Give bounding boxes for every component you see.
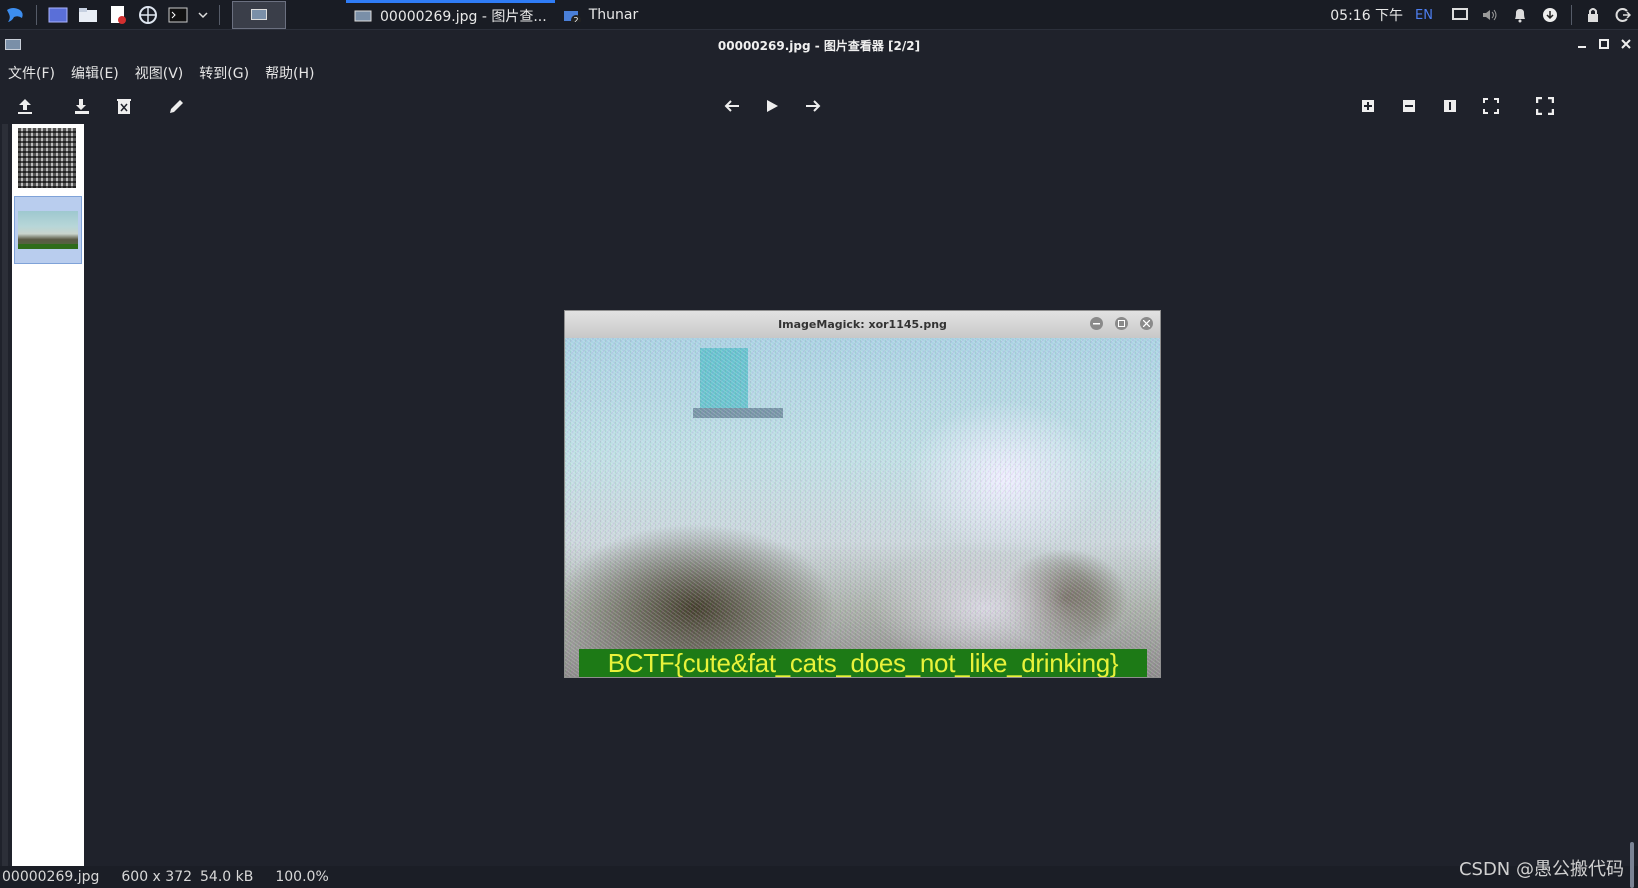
chevron-down-icon[interactable] — [197, 4, 209, 26]
imagemagick-titlebar: ImageMagick: xor1145.png — [565, 311, 1160, 338]
separator — [1571, 5, 1572, 25]
status-size: 54.0 kB — [200, 869, 254, 885]
lock-icon[interactable] — [1584, 6, 1602, 24]
task-thunar[interactable]: 2 Thunar — [555, 0, 647, 30]
im-close-button[interactable] — [1140, 317, 1153, 330]
delete-button[interactable] — [112, 94, 136, 118]
kali-menu-icon[interactable] — [4, 4, 26, 26]
fullscreen-icon — [1536, 97, 1554, 115]
window-title: 00000269.jpg - 图片查看器 [2/2] — [717, 39, 921, 53]
qr-noise-image — [18, 128, 76, 188]
slideshow-button[interactable] — [760, 94, 784, 118]
maximize-button[interactable] — [1596, 36, 1612, 52]
zoom-original-icon — [1444, 100, 1456, 112]
logout-icon[interactable] — [1614, 6, 1632, 24]
window-titlebar: 00000269.jpg - 图片查看器 [2/2] — [0, 30, 1638, 58]
task-image-viewer[interactable]: 00000269.jpg - 图片查... — [346, 0, 555, 30]
save-button[interactable] — [70, 94, 94, 118]
zoom-out-icon — [1403, 100, 1415, 112]
zoom-in-button[interactable] — [1356, 94, 1380, 118]
menu-edit[interactable]: 编辑(E) — [71, 63, 119, 83]
text-editor-icon[interactable] — [107, 4, 129, 26]
task-badge: 2 — [573, 16, 578, 22]
browser-icon[interactable] — [137, 4, 159, 26]
image-viewer-icon — [354, 10, 372, 22]
cat-image-thumbnail — [18, 211, 78, 249]
system-tray: 05:16 下午 EN — [1330, 0, 1638, 30]
folder-icon: 2 — [563, 10, 581, 22]
save-icon — [75, 99, 89, 114]
clock[interactable]: 05:16 下午 — [1330, 5, 1403, 25]
im-maximize-button[interactable] — [1115, 317, 1128, 330]
file-manager-icon[interactable] — [77, 4, 99, 26]
close-button[interactable] — [1618, 36, 1634, 52]
taskbar: 00000269.jpg - 图片查... 2 Thunar 05:16 下午 … — [0, 0, 1638, 30]
arrow-left-icon — [724, 100, 739, 112]
menu-help[interactable]: 帮助(H) — [265, 63, 314, 83]
menu-file[interactable]: 文件(F) — [8, 63, 55, 83]
pencil-icon — [170, 100, 183, 113]
workspace-thumbnail[interactable] — [232, 0, 286, 29]
open-button[interactable] — [13, 94, 37, 118]
thumbnail-strip — [12, 124, 84, 866]
watermark: CSDN @愚公搬代码 — [1458, 859, 1624, 880]
separator — [219, 4, 220, 25]
trash-icon — [117, 99, 131, 114]
zoom-in-icon — [1362, 100, 1374, 112]
volume-icon[interactable] — [1481, 6, 1499, 24]
status-zoom: 100.0% — [275, 869, 329, 885]
task-label: 00000269.jpg - 图片查... — [380, 9, 547, 25]
imagemagick-title: ImageMagick: xor1145.png — [778, 318, 947, 331]
zoom-out-button[interactable] — [1397, 94, 1421, 118]
menu-view[interactable]: 视图(V) — [135, 63, 184, 83]
task-label: Thunar — [588, 6, 639, 23]
thumbnail-1[interactable] — [18, 128, 76, 188]
status-bar: 00000269.jpg 600 x 372 54.0 kB 100.0% — [0, 866, 1638, 888]
minimize-button[interactable] — [1574, 36, 1590, 52]
terminal-icon[interactable] — [167, 4, 189, 26]
edit-button[interactable] — [165, 94, 189, 118]
fit-icon — [1483, 98, 1499, 114]
separator — [36, 4, 37, 25]
fullscreen-button[interactable] — [1533, 94, 1557, 118]
flag-banner: BCTF{cute&fat_cats_does_not_like_drinkin… — [579, 647, 1147, 678]
previous-button[interactable] — [720, 94, 744, 118]
status-dimensions: 600 x 372 — [121, 869, 193, 885]
status-filename: 00000269.jpg — [2, 869, 100, 885]
launcher-area — [0, 0, 286, 30]
play-icon — [767, 100, 778, 112]
im-minimize-button[interactable] — [1090, 317, 1103, 330]
imagemagick-window: ImageMagick: xor1145.png BCTF{cute&fat_c… — [564, 310, 1161, 678]
menu-bar: 文件(F) 编辑(E) 视图(V) 转到(G) 帮助(H) — [0, 60, 331, 86]
upload-icon — [18, 99, 32, 114]
flag-text: BCTF{cute&fat_cats_does_not_like_drinkin… — [607, 647, 1119, 678]
menu-go[interactable]: 转到(G) — [199, 63, 249, 83]
thumbnail-scrollbar[interactable] — [2, 124, 8, 866]
thumbnail-2-selected[interactable] — [14, 196, 82, 264]
zoom-100-button[interactable] — [1438, 94, 1462, 118]
next-button[interactable] — [801, 94, 825, 118]
keyboard-layout[interactable]: EN — [1415, 8, 1433, 23]
display-icon[interactable] — [1451, 6, 1469, 24]
desktop-icon[interactable] — [47, 4, 69, 26]
zoom-fit-button[interactable] — [1479, 94, 1503, 118]
notification-bell-icon[interactable] — [1511, 6, 1529, 24]
update-icon[interactable] — [1541, 6, 1559, 24]
viewer-scrollbar[interactable] — [1630, 842, 1634, 888]
noise-overlay — [565, 338, 1160, 677]
cat-photo: BCTF{cute&fat_cats_does_not_like_drinkin… — [565, 338, 1160, 677]
arrow-right-icon — [806, 100, 821, 112]
